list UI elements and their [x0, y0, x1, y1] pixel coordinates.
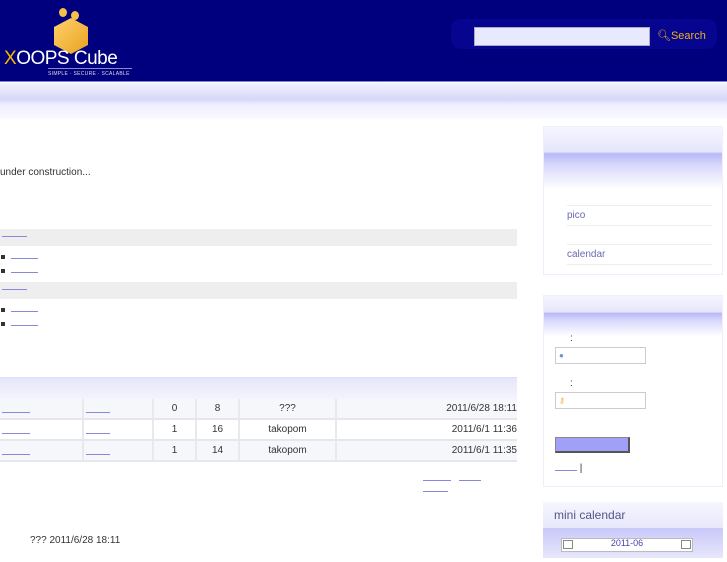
- last-post: ??? 2011/6/28 18:11: [30, 535, 121, 546]
- list-item: [1, 318, 38, 328]
- xoops-cube-logo[interactable]: XOOPS Cube SIMPLE · SECURE · SCALABLE: [4, 8, 134, 77]
- date: 2011/6/28 18:11: [446, 403, 517, 414]
- poster: takopom: [240, 441, 337, 460]
- list-item: [1, 304, 38, 314]
- search-box: 🔍︎Search: [451, 19, 717, 49]
- forum-link[interactable]: [11, 265, 38, 273]
- pager-link[interactable]: [423, 473, 451, 481]
- month-label: 2011-06: [610, 538, 644, 548]
- category-link[interactable]: [2, 229, 27, 237]
- pager-link[interactable]: [459, 473, 481, 481]
- date: 2011/6/1 11:36: [451, 424, 517, 435]
- replies: 1: [154, 420, 197, 439]
- menu-block: pico calendar: [543, 126, 723, 275]
- views: 16: [197, 420, 240, 439]
- category-link[interactable]: [2, 282, 27, 290]
- poster: ???: [240, 399, 337, 418]
- separator: |: [579, 463, 583, 474]
- search-label: Search: [670, 30, 706, 42]
- pager-links: [423, 473, 520, 495]
- intro-text: under construction...: [0, 167, 91, 178]
- header: XOOPS Cube SIMPLE · SECURE · SCALABLE 🔍︎…: [0, 0, 727, 82]
- topics-table: 0 8 ??? 2011/6/28 18:11 1 16 takopom 201…: [0, 377, 517, 462]
- password-label: :: [570, 378, 573, 389]
- logo-tagline: SIMPLE · SECURE · SCALABLE: [48, 68, 132, 77]
- login-block: : ● : ⚷ |: [543, 295, 723, 487]
- forum-link[interactable]: [11, 251, 38, 259]
- category-header: [0, 282, 517, 299]
- key-icon: ⚷: [559, 396, 565, 405]
- table-header: [0, 377, 517, 399]
- pager-link[interactable]: [423, 484, 448, 492]
- poster: takopom: [240, 420, 337, 439]
- user-icon: ●: [559, 351, 564, 360]
- list-item: [1, 265, 38, 275]
- lost-password-link[interactable]: [555, 463, 577, 471]
- nav-bar: [0, 83, 727, 119]
- login-button[interactable]: [555, 437, 630, 453]
- date: 2011/6/1 11:35: [451, 445, 517, 456]
- forum-link[interactable]: [86, 405, 110, 413]
- forum-link[interactable]: [11, 304, 38, 312]
- topic-link[interactable]: [2, 447, 30, 455]
- forum-link[interactable]: [86, 426, 110, 434]
- forum-link[interactable]: [11, 318, 38, 326]
- list-item: [1, 251, 38, 261]
- replies: 1: [154, 441, 197, 460]
- table-row: 0 8 ??? 2011/6/28 18:11: [0, 399, 517, 420]
- table-row: 1 16 takopom 2011/6/1 11:36: [0, 420, 517, 441]
- block-header: [544, 127, 722, 189]
- table-row: 1 14 takopom 2011/6/1 11:35: [0, 441, 517, 462]
- logo-name: XOOPS Cube: [4, 48, 118, 69]
- minical-title: mini calendar: [543, 502, 723, 528]
- topic-link[interactable]: [2, 405, 30, 413]
- forum-link[interactable]: [86, 447, 110, 455]
- views: 8: [197, 399, 240, 418]
- magnifier-icon: 🔍︎: [657, 30, 671, 42]
- replies: 0: [154, 399, 197, 418]
- menu-item-calendar[interactable]: calendar: [567, 244, 712, 265]
- views: 14: [197, 441, 240, 460]
- search-input[interactable]: [474, 27, 650, 46]
- username-input[interactable]: ●: [555, 347, 646, 364]
- search-button[interactable]: 🔍︎Search: [657, 29, 706, 42]
- minical-month: 2011-06: [561, 538, 693, 552]
- password-input[interactable]: ⚷: [555, 392, 646, 409]
- category-header: [0, 229, 517, 246]
- topic-link[interactable]: [2, 426, 30, 434]
- block-header: [544, 296, 722, 336]
- username-label: :: [570, 333, 573, 344]
- menu-item-pico[interactable]: pico: [567, 205, 712, 226]
- minical-block: mini calendar 2011-06: [543, 502, 723, 562]
